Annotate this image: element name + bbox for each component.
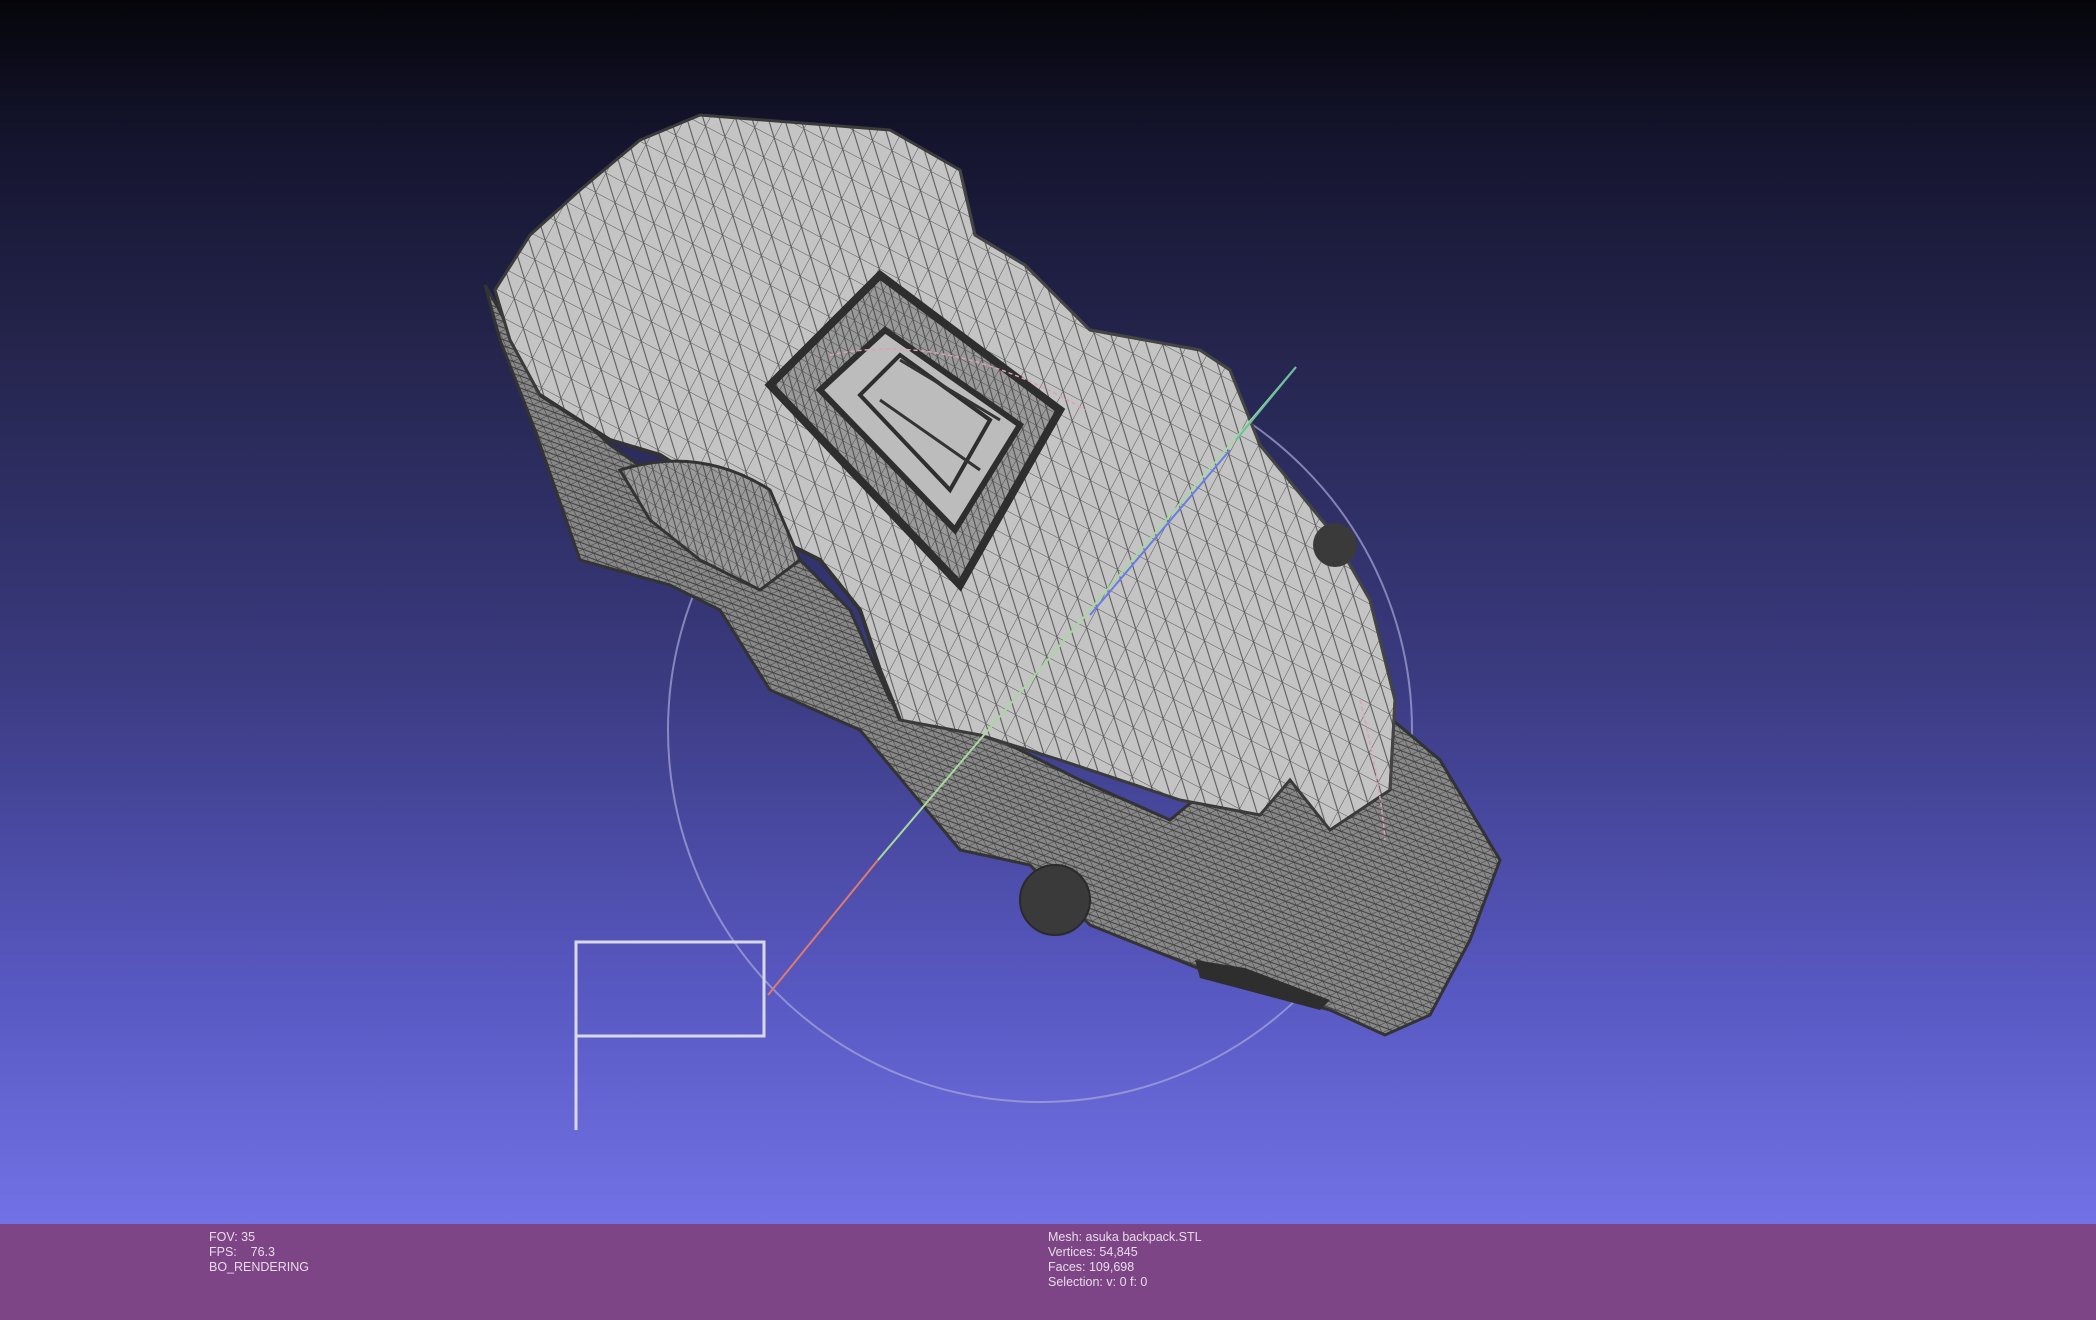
- fps-label: FPS: 76.3: [209, 1245, 276, 1259]
- fov-label: FOV: 35: [209, 1230, 256, 1244]
- selection-label: Selection: v: 0 f: 0: [1048, 1275, 1148, 1289]
- axis-red: [767, 859, 879, 996]
- faces-label: Faces: 109,698: [1048, 1260, 1135, 1274]
- mesh-info: Mesh: asuka backpack.STL Vertices: 54,84…: [1048, 1230, 1202, 1290]
- mesh-name-label: Mesh: asuka backpack.STL: [1048, 1230, 1202, 1244]
- vertices-label: Vertices: 54,845: [1048, 1245, 1138, 1259]
- mesh-peg-bottom: [1019, 864, 1091, 936]
- status-bar: FOV: 35 FPS: 76.3 BO_RENDERING Mesh: asu…: [0, 1224, 2096, 1320]
- 3d-viewport[interactable]: [0, 0, 2096, 1224]
- render-mode-label: BO_RENDERING: [209, 1260, 310, 1274]
- pivot-flag-gizmo: [574, 940, 766, 1130]
- mesh-render: [483, 113, 1502, 1130]
- render-info: FOV: 35 FPS: 76.3 BO_RENDERING: [209, 1230, 309, 1275]
- mesh-peg-right: [1313, 523, 1357, 567]
